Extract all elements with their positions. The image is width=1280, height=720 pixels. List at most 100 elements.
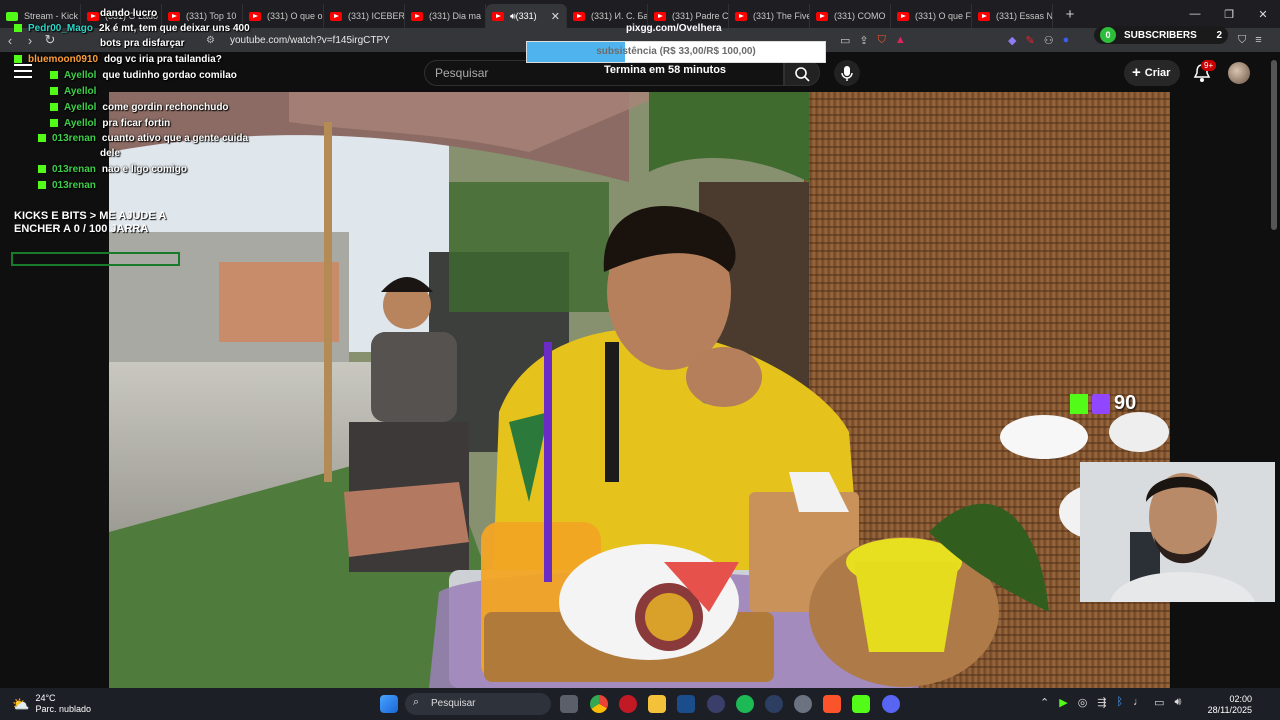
site-settings-icon[interactable]: ⚙: [206, 35, 220, 46]
chrome-icon[interactable]: [590, 695, 608, 713]
youtube-icon: [816, 11, 828, 21]
extension-icon[interactable]: ⚇: [1044, 34, 1054, 47]
taskbar: ⛅ 24°C Parc. nublado ⌕ Pesquisar ⌃ ▶ ◎ ⇶…: [0, 688, 1280, 720]
network-icon[interactable]: ▭: [1154, 696, 1164, 709]
volume-icon[interactable]: 🔊︎: [1175, 696, 1182, 709]
chat-message: 013renan nao e ligo comigo: [38, 164, 187, 175]
steam-icon[interactable]: [677, 695, 695, 713]
maximize-icon[interactable]: ❐: [1212, 8, 1246, 21]
youtube-icon: [249, 11, 261, 21]
browser-tab[interactable]: (331) O que o: [243, 4, 324, 28]
reload-icon[interactable]: ↻: [40, 32, 60, 48]
tab-label: (331) Dia ma: [429, 11, 482, 21]
rewards-icon[interactable]: ▲: [895, 34, 906, 46]
browser-tab[interactable]: (331) Dia ma: [405, 4, 486, 28]
chat-username[interactable]: Ayellol: [64, 118, 96, 129]
pix-goal-bar: subsistência (R$ 33,00/R$ 100,00): [526, 41, 826, 63]
close-tab-icon[interactable]: ✕: [551, 10, 560, 23]
app-icon[interactable]: [707, 695, 725, 713]
chat-message: 013renan cuanto ativo que a gente cuida: [38, 133, 248, 144]
chat-message: Ayellol que tudinho gordao comilao: [50, 70, 237, 81]
browser-tab[interactable]: (331) Essas N: [972, 4, 1053, 28]
new-tab-button[interactable]: +: [1059, 6, 1081, 23]
browser-tab[interactable]: (331) O que F: [891, 4, 972, 28]
create-label: Criar: [1144, 67, 1171, 79]
tab-label: (331) И. С. Ба: [591, 11, 648, 21]
chat-text: come gordin rechonchudo: [102, 102, 229, 113]
minimize-icon[interactable]: —: [1178, 8, 1212, 21]
url-text: youtube.com/watch?v=f145irgCTPY: [230, 34, 390, 46]
start-icon[interactable]: [380, 695, 398, 713]
browser-tab[interactable]: (331) ICEBERG: [324, 4, 405, 28]
tab-label: (331) COMO: [834, 11, 886, 21]
chat-username[interactable]: 013renan: [52, 180, 96, 191]
spotify-icon[interactable]: [736, 695, 754, 713]
chat-username[interactable]: 013renan: [52, 133, 96, 144]
chat-username[interactable]: bluemoon0910: [28, 54, 98, 65]
clock[interactable]: 02:00 28/11/2025: [1206, 694, 1252, 716]
search-button[interactable]: [784, 60, 820, 86]
shield-icon[interactable]: ⛉: [878, 34, 886, 47]
chat-username[interactable]: 013renan: [52, 164, 96, 175]
chat-text: 2k é mt, tem que deixar uns 400: [99, 23, 250, 34]
share-icon[interactable]: ⇪: [859, 34, 868, 47]
brave-icon[interactable]: [823, 695, 841, 713]
chevron-up-icon[interactable]: ⌃: [1040, 696, 1049, 709]
forward-icon[interactable]: ›: [20, 33, 40, 48]
subscribers-label: SUBSCRIBERS: [1124, 29, 1197, 41]
tab-label: (331) The Five: [753, 11, 810, 21]
weather-widget[interactable]: ⛅ 24°C Parc. nublado: [12, 693, 91, 715]
back-icon[interactable]: ‹: [0, 33, 20, 48]
scrollbar[interactable]: [1271, 60, 1277, 230]
extension-icon[interactable]: ●: [1063, 34, 1070, 46]
tray-app-icon[interactable]: ⇶: [1097, 696, 1106, 709]
chat-text: nao e ligo comigo: [101, 164, 187, 175]
obs-icon[interactable]: [794, 695, 812, 713]
tray-app-icon[interactable]: ◎: [1078, 696, 1088, 709]
chat-username[interactable]: Ayellol: [64, 86, 96, 97]
video-player[interactable]: [109, 92, 1170, 688]
youtube-icon: [330, 11, 342, 21]
tray-app-icon[interactable]: ▶: [1059, 696, 1067, 709]
window-controls: — ❐ ✕: [1178, 8, 1280, 21]
extension-icon[interactable]: ✎: [1025, 34, 1034, 47]
chat-text: dando lucro: [100, 8, 158, 19]
search-icon: ⌕: [413, 696, 420, 708]
chat-username[interactable]: Ayellol: [64, 102, 96, 113]
shield-outline-icon[interactable]: ⛉: [1238, 34, 1246, 47]
mic-icon[interactable]: ♩: [1133, 696, 1144, 709]
extension-icons: ▭ ⇪ ⛉ ▲: [840, 32, 906, 48]
browser-tab[interactable]: 🔊︎ (331) ✕: [486, 4, 567, 28]
bluetooth-icon[interactable]: ᛒ: [1117, 696, 1124, 709]
kick-icon[interactable]: [852, 695, 870, 713]
opera-icon[interactable]: [619, 695, 637, 713]
goal-progress-bar: [11, 252, 180, 266]
menu-icon[interactable]: [14, 64, 32, 78]
countdown-text: Termina em 58 minutos: [604, 64, 727, 76]
create-button[interactable]: + Criar: [1124, 60, 1180, 86]
kick-viewer-count: 90: [1070, 392, 1136, 415]
avatar[interactable]: [1228, 62, 1250, 84]
kick-icon: [38, 165, 46, 173]
discord-icon[interactable]: [882, 695, 900, 713]
app-icon[interactable]: [765, 695, 783, 713]
chat-username[interactable]: Ayellol: [64, 70, 96, 81]
tab-label: (331) ICEBERG: [348, 11, 405, 21]
menu-icon[interactable]: ≡: [1255, 34, 1261, 46]
subscribers-widget: 0 SUBSCRIBERS 2: [1094, 26, 1228, 44]
close-window-icon[interactable]: ✕: [1246, 8, 1280, 21]
cast-icon[interactable]: ▭: [840, 34, 850, 47]
browser-tab[interactable]: (331) The Five: [729, 4, 810, 28]
subscribers-badge: 0: [1100, 27, 1116, 43]
browser-tab[interactable]: (331) COMO: [810, 4, 891, 28]
search-icon: [795, 67, 810, 82]
mic-button[interactable]: [834, 60, 860, 86]
twitch-icon: [1092, 393, 1110, 414]
task-view-icon[interactable]: [560, 695, 578, 713]
chat-username[interactable]: Pedr00_Mago: [28, 23, 93, 34]
taskbar-search[interactable]: ⌕ Pesquisar: [405, 693, 551, 715]
folder-icon[interactable]: [648, 695, 666, 713]
chat-text: cuanto ativo que a gente cuida: [101, 133, 249, 144]
extension-icon[interactable]: ◆: [1008, 34, 1016, 47]
kick-icon: [1070, 393, 1088, 414]
